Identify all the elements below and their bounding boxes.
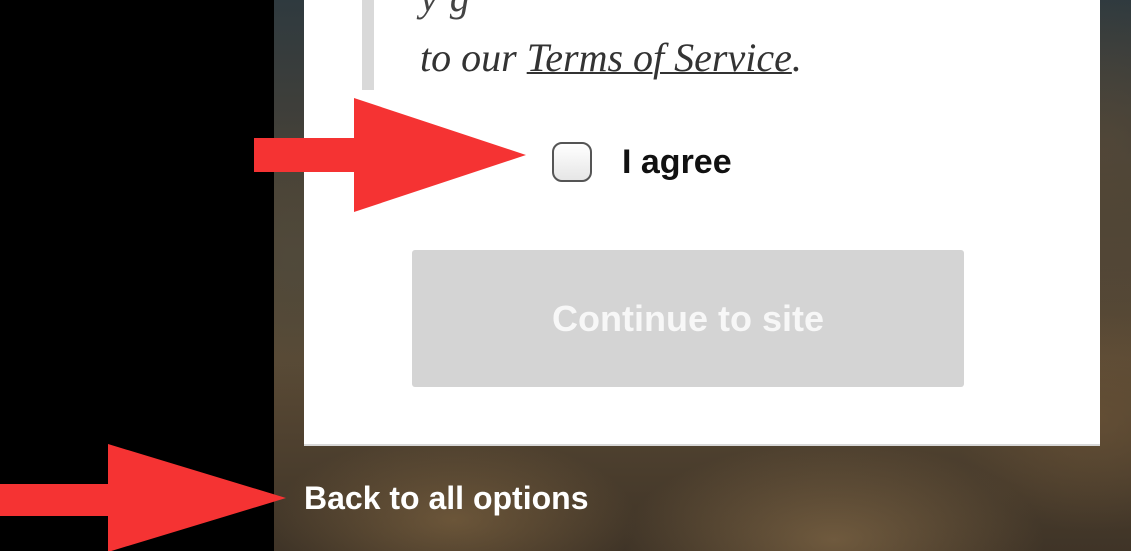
terms-text: to our Terms of Service. (420, 34, 802, 81)
consent-dialog: y g to our Terms of Service. I agree Con… (304, 0, 1100, 446)
agree-row[interactable]: I agree (552, 138, 732, 186)
terms-suffix: . (791, 35, 802, 80)
clipped-text-fragment: y g (420, 0, 471, 21)
terms-prefix: to our (420, 35, 527, 80)
right-arrow-icon (254, 98, 526, 212)
agree-checkbox[interactable] (552, 142, 592, 182)
page: y g to our Terms of Service. I agree Con… (0, 0, 1131, 551)
right-arrow-icon (0, 444, 286, 551)
terms-of-service-link[interactable]: Terms of Service (527, 35, 792, 80)
quote-bar (362, 0, 374, 90)
back-to-all-options-link[interactable]: Back to all options (304, 480, 588, 517)
continue-to-site-button[interactable]: Continue to site (412, 250, 964, 387)
agree-label[interactable]: I agree (622, 143, 732, 182)
